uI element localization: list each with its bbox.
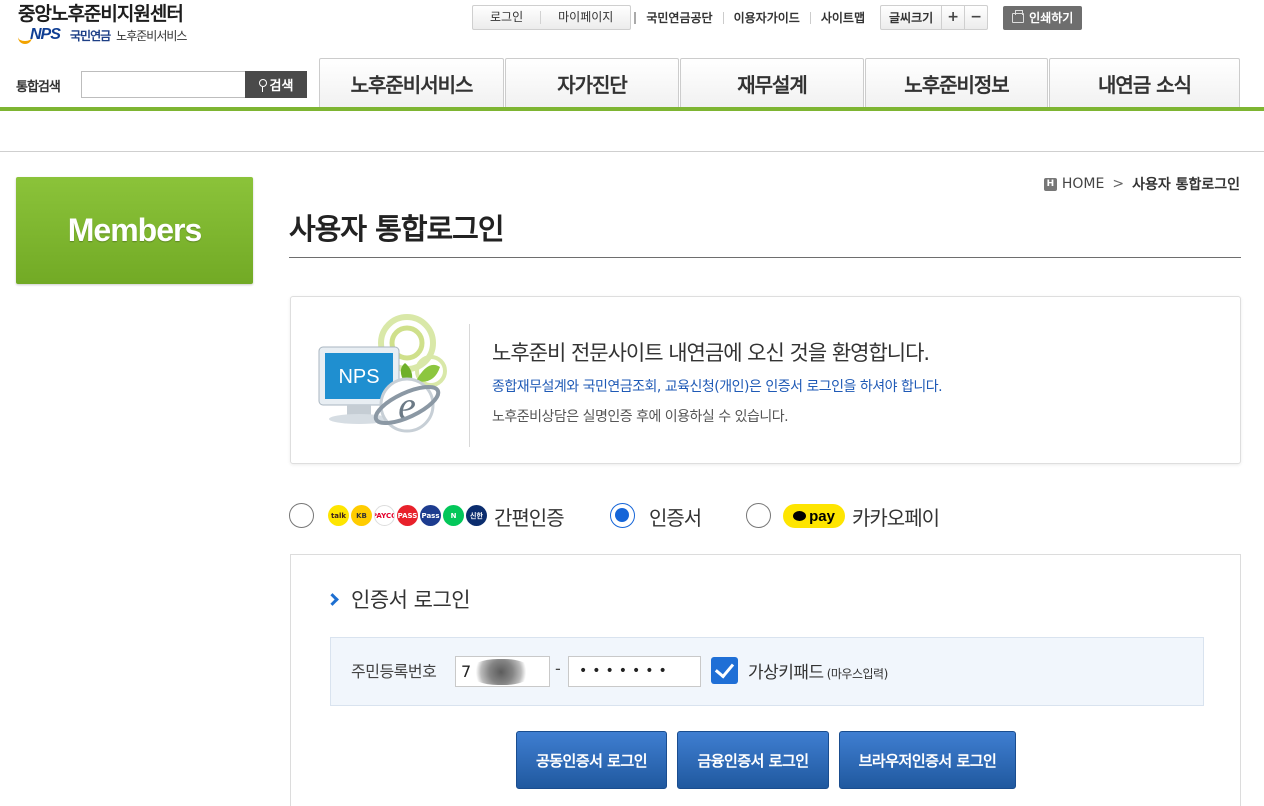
nps-computer-illustration-icon: NPS e [318,314,447,433]
simple-auth-label[interactable]: 간편인증 [494,502,565,531]
svg-text:NPS: NPS [338,366,379,388]
nav-tab-self-diagnosis[interactable]: 자가진단 [505,58,679,108]
login-link[interactable]: 로그인 [473,11,542,24]
nav-tab-retirement-info[interactable]: 노후준비정보 [865,58,1048,108]
home-icon: H [1043,177,1057,191]
kakaopay-label[interactable]: 카카오페이 [852,502,940,531]
search-icon [258,78,267,92]
chevron-right-icon: > [1112,176,1125,192]
certificate-label[interactable]: 인증서 [649,502,702,531]
pass-icon: PASS [397,505,418,526]
certificate-login-heading: 인증서 로그인 [326,584,471,614]
virtual-keypad-label: 가상키패드 (마우스입력) [748,663,888,683]
resident-number-label: 주민등록번호 [351,662,437,681]
header-divider [0,151,1264,152]
resident-number-back-input[interactable]: ••••••• [568,656,701,687]
printer-icon [1012,9,1025,23]
nav-underline [0,107,1264,111]
page-title: 사용자 통합로그인 [289,212,505,246]
welcome-divider [469,324,470,447]
browser-certificate-login-button[interactable]: 브라우저인증서 로그인 [839,731,1016,789]
virtual-keypad-checkbox[interactable] [711,657,738,684]
nav-tab-financial-planning[interactable]: 재무설계 [680,58,864,108]
welcome-box: NPS e 노후준비 전문사이트 내연금에 오신 것을 환영합니다. 종합재무설… [290,296,1241,464]
nav-tab-retirement-service[interactable]: 노후준비서비스 [319,58,504,108]
auth-method-selector: talkKBPAYCOPASSPassN신한 간편인증 인증서 pay 카카오페… [289,500,1241,532]
kb-icon: KB [351,505,372,526]
kakaopay-logo-icon: pay [783,504,845,528]
financial-certificate-login-button[interactable]: 금융인증서 로그인 [677,731,829,789]
nps-link[interactable]: 국민연금공단 [634,11,722,24]
naver-icon: N [443,505,464,526]
print-button[interactable]: 인쇄하기 [1003,5,1083,30]
font-increase-button[interactable]: + [941,6,964,29]
title-divider [289,257,1241,258]
logo-service: 노후준비서비스 [116,28,187,43]
font-size-control: 글씨크기 + − [880,5,989,30]
user-guide-link[interactable]: 이용자가이드 [722,11,810,24]
certificate-login-panel: 인증서 로그인 주민등록번호 7 - ••••••• 가상키패드 (마우스입력) … [290,554,1241,806]
resident-number-form: 주민등록번호 7 - ••••••• 가상키패드 (마우스입력) [330,637,1204,706]
sitemap-link[interactable]: 사이트맵 [809,11,875,24]
radio-simple-auth[interactable] [289,503,314,528]
logo-org: 국민연금 [70,28,111,43]
main-nav: 노후준비서비스 자가진단 재무설계 노후준비정보 내연금 소식 [319,58,1241,108]
mypage-link[interactable]: 마이페이지 [541,11,630,24]
payco-icon: PAYCO [374,505,395,526]
welcome-heading: 노후준비 전문사이트 내연금에 오신 것을 환영합니다. [492,341,930,365]
nav-tab-pension-news[interactable]: 내연금 소식 [1049,58,1240,108]
font-decrease-button[interactable]: − [964,6,987,29]
resident-number-front-input[interactable]: 7 [455,656,550,687]
util-account-box: 로그인 마이페이지 [472,5,632,30]
samsung-pass-icon: Pass [420,505,441,526]
chevron-right-icon [326,592,339,606]
resident-number-dash: - [555,659,561,678]
login-buttons: 공동인증서 로그인 금융인증서 로그인 브라우저인증서 로그인 [516,731,1026,789]
welcome-note: 노후준비상담은 실명인증 후에 이용하실 수 있습니다. [492,409,789,425]
print-label: 인쇄하기 [1029,11,1074,25]
joint-certificate-login-button[interactable]: 공동인증서 로그인 [516,731,667,789]
logo-title: 중앙노후준비지원센터 [18,3,184,25]
utility-menu: 로그인 마이페이지 국민연금공단 이용자가이드 사이트맵 글씨크기 + − 인쇄… [472,5,1083,30]
members-banner: Members [16,177,253,284]
font-size-label: 글씨크기 [889,11,934,25]
radio-kakaopay[interactable] [746,503,771,528]
nps-logo-icon: NPS [18,26,70,44]
redacted-blur [470,659,532,685]
kakaotalk-icon: talk [328,505,349,526]
search-button[interactable]: 검색 [245,71,307,98]
breadcrumb: H HOME > 사용자 통합로그인 [1043,174,1240,194]
search-label: 통합검색 [16,80,61,95]
radio-certificate[interactable] [610,503,635,528]
welcome-notice: 종합재무설계와 국민연금조회, 교육신청(개인)은 인증서 로그인을 하셔야 합… [492,379,943,395]
bank-icon: 신한 [466,505,487,526]
breadcrumb-home[interactable]: HOME [1062,176,1104,192]
site-logo[interactable]: 중앙노후준비지원센터 NPS 국민연금 노후준비서비스 [18,2,187,44]
search-input[interactable] [81,71,247,98]
logo-subline: NPS 국민연금 노후준비서비스 [18,26,187,44]
breadcrumb-current: 사용자 통합로그인 [1132,177,1240,193]
